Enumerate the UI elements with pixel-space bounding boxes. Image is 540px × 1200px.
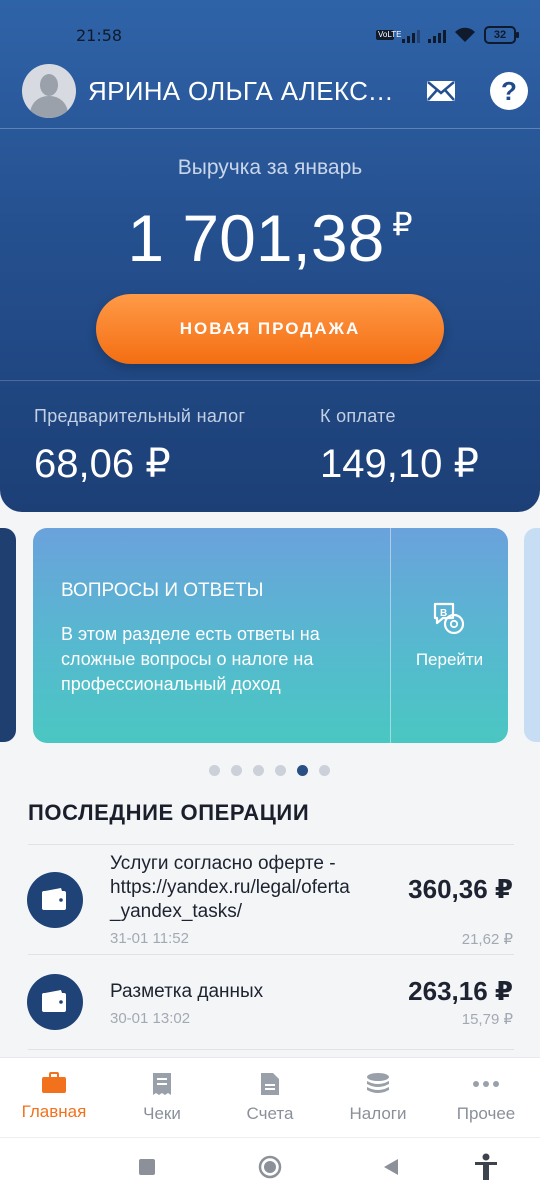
operation-divider [28, 954, 514, 955]
wifi-icon [455, 27, 475, 42]
nav-label: Счета [246, 1104, 294, 1123]
operation-date: 31-01 11:52 [110, 930, 189, 947]
more-icon [473, 1081, 499, 1087]
status-bar: 21:58 VoLTE 32 [0, 22, 540, 50]
briefcase-icon [42, 1072, 66, 1093]
home-icon[interactable] [258, 1155, 282, 1179]
signal-icon-2 [428, 27, 446, 43]
tax-due[interactable]: К оплате 149,10 ₽ [320, 406, 479, 487]
user-name[interactable]: ЯРИНА ОЛЬГА АЛЕКСАН… [88, 76, 398, 107]
nav-taxes[interactable]: Налоги [324, 1072, 432, 1124]
revenue-currency: ₽ [392, 206, 413, 242]
prelim-tax-label: Предварительный налог [34, 406, 246, 426]
faq-card[interactable]: ВОПРОСЫ И ОТВЕТЫ В этом разделе есть отв… [33, 528, 508, 743]
revenue-amount: 1 701,38 ₽ [0, 200, 540, 276]
signal-icon [402, 27, 420, 43]
tax-due-label: К оплате [320, 406, 396, 426]
nav-receipts[interactable]: Чеки [108, 1072, 216, 1124]
carousel-dot[interactable] [319, 765, 330, 776]
tax-due-value: 149,10 ₽ [320, 442, 479, 486]
carousel-dots [209, 765, 330, 776]
nav-invoices[interactable]: Счета [216, 1072, 324, 1124]
back-icon[interactable] [382, 1158, 400, 1176]
volte-icon: VoLTE [376, 30, 402, 40]
recents-icon[interactable] [138, 1158, 156, 1176]
carousel-next-card[interactable] [524, 528, 540, 742]
operation-divider [28, 1049, 514, 1050]
prelim-tax[interactable]: Предварительный налог 68,06 ₽ [34, 406, 245, 487]
header-divider [0, 128, 540, 129]
hero-panel: 21:58 VoLTE 32 ЯРИНА ОЛЬГА АЛЕКСАН… ? Вы… [0, 0, 540, 512]
nav-more[interactable]: Прочее [432, 1072, 540, 1124]
operation-desc-line: _yandex_tasks/ [110, 901, 243, 922]
mail-icon[interactable] [426, 78, 456, 104]
nav-label: Чеки [143, 1104, 181, 1123]
operation-desc-line: https://yandex.ru/legal/oferta [110, 877, 350, 898]
carousel-prev-card[interactable] [0, 528, 16, 742]
carousel-dot-active[interactable] [297, 765, 308, 776]
operation-date: 30-01 13:02 [110, 1010, 191, 1027]
prelim-tax-value: 68,06 ₽ [34, 442, 171, 486]
faq-go-label: Перейти [415, 650, 484, 669]
operation-amount: 360,36 ₽ [408, 874, 513, 904]
coins-icon [367, 1073, 389, 1093]
document-icon [261, 1073, 279, 1095]
carousel-dot[interactable] [275, 765, 286, 776]
wallet-icon [27, 872, 83, 928]
operation-tax: 15,79 ₽ [461, 1011, 513, 1028]
operation-tax: 21,62 ₽ [461, 931, 513, 948]
carousel-dot[interactable] [231, 765, 242, 776]
operation-description: Услуги согласно оферте - https://yandex.… [110, 852, 372, 924]
revenue-label: Выручка за январь [177, 156, 363, 179]
nav-label: Главная [21, 1102, 87, 1121]
wallet-icon [27, 974, 83, 1030]
operation-row[interactable]: Разметка данных 30-01 13:02 263,16 ₽ 15,… [0, 960, 540, 1046]
nav-home[interactable]: Главная [0, 1072, 108, 1122]
operations-divider [28, 844, 514, 845]
help-icon[interactable]: ? [490, 72, 528, 110]
carousel-dot[interactable] [209, 765, 220, 776]
operations-title: ПОСЛЕДНИЕ ОПЕРАЦИИ [28, 800, 310, 825]
status-icons: VoLTE 32 [376, 26, 519, 44]
accessibility-icon[interactable] [474, 1153, 498, 1181]
hero-divider [0, 380, 540, 381]
receipt-icon [153, 1073, 171, 1095]
system-nav-bar [0, 1137, 540, 1200]
battery-icon: 32 [484, 26, 519, 44]
operation-row[interactable]: Услуги согласно оферте - https://yandex.… [0, 850, 540, 952]
chat-bubbles-icon: B [433, 602, 465, 635]
faq-text: В этом разделе есть ответы на сложные во… [61, 624, 320, 694]
nav-label: Прочее [456, 1104, 516, 1123]
operation-desc-line: Услуги согласно оферте - [110, 853, 336, 874]
nav-label: Налоги [349, 1104, 407, 1123]
revenue-value: 1 701,38 [127, 201, 385, 275]
status-time: 21:58 [76, 26, 123, 45]
new-sale-button[interactable]: НОВАЯ ПРОДАЖА [96, 294, 444, 364]
operation-description: Разметка данных [110, 981, 264, 1002]
profile-row[interactable]: ЯРИНА ОЛЬГА АЛЕКСАН… ? [22, 64, 528, 118]
faq-go-button[interactable]: B Перейти [391, 528, 508, 743]
carousel-dot[interactable] [253, 765, 264, 776]
avatar[interactable] [22, 64, 76, 118]
operation-amount: 263,16 ₽ [408, 976, 513, 1006]
svg-text:B: B [440, 608, 447, 619]
faq-title: ВОПРОСЫ И ОТВЕТЫ [61, 580, 264, 601]
bottom-nav: Главная Чеки Счета Налоги Прочее [0, 1057, 540, 1137]
